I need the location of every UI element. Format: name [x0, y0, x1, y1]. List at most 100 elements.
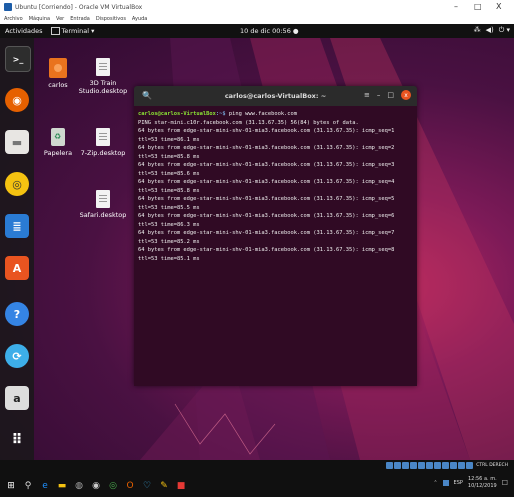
firefox-icon[interactable]: ◉ [5, 88, 29, 112]
virtualbox-tray-icon[interactable] [442, 480, 449, 486]
output-line: 64 bytes from edge-star-mini-shv-01-mia3… [138, 230, 395, 236]
files-icon[interactable]: ▬ [5, 130, 29, 154]
desktop-file-icon [96, 58, 110, 76]
output-line: 64 bytes from edge-star-mini-shv-01-mia3… [138, 162, 395, 168]
host-menubar: Archivo Máquina Ver Entrada Dispositivos… [0, 14, 514, 24]
search-icon[interactable]: ⚲ [23, 481, 33, 491]
output-line: ttl=53 time=85.1 ms [138, 255, 200, 262]
windows-start-icon[interactable]: ⊞ [6, 481, 16, 491]
rhythmbox-icon[interactable]: ◎ [5, 172, 29, 196]
terminal-minimize-button[interactable]: – [377, 91, 381, 99]
virtualbox-icon [4, 3, 12, 11]
desktop-icon-7zip[interactable]: 7-Zip.desktop [78, 128, 128, 157]
desktop-icon-safari[interactable]: Safari.desktop [78, 190, 128, 219]
output-line: ttl=53 time=85.2 ms [138, 238, 200, 245]
tray-chevron-icon[interactable]: ⌃ [433, 480, 437, 486]
output-line: 64 bytes from edge-star-mini-shv-01-mia3… [138, 179, 395, 185]
taskbar-pinned-apps: ⊞ ⚲ e ▬ ◍ ◉ ◎ O ♡ ✎ ■ [6, 481, 186, 491]
desktop-icon-papelera[interactable]: Papelera [33, 128, 83, 157]
app-icon[interactable]: ◉ [91, 481, 101, 491]
terminal-window[interactable]: 🔍 carlos@carlos-VirtualBox: ~ ≡ – □ x ca… [134, 86, 417, 386]
gnome-topbar: Actividades Terminal ▾ 10 de dic 00:56 ●… [0, 24, 514, 38]
command-text: ping www.facebook.com [225, 111, 298, 117]
virtualbox-status-strip: CTRL DERECH [386, 460, 508, 470]
audio-status-icon [402, 461, 410, 469]
terminal-close-button[interactable]: x [401, 90, 411, 100]
guest-desktop: Actividades Terminal ▾ 10 de dic 00:56 ●… [0, 24, 514, 460]
edge-icon[interactable]: e [40, 481, 50, 491]
home-folder-icon [49, 58, 67, 78]
app-icon[interactable]: ◍ [74, 481, 84, 491]
software-icon[interactable]: A [5, 256, 29, 280]
host-taskbar: CTRL DERECH ⊞ ⚲ e ▬ ◍ ◉ ◎ O ♡ ✎ ■ ⌃ ESP … [0, 460, 514, 497]
host-titlebar: Ubuntu [Corriendo] - Oracle VM VirtualBo… [0, 0, 514, 14]
host-system-tray: ⌃ ESP 12:56 a. m. 10/12/2019 ☐ [433, 476, 508, 490]
desktop-icon-3d-train[interactable]: 3D Train Studio.desktop [78, 58, 128, 95]
output-line: ttl=53 time=86.1 ms [138, 136, 200, 143]
desktop-icon-label: 7-Zip.desktop [80, 149, 126, 157]
host-clock[interactable]: 12:56 a. m. 10/12/2019 [468, 476, 497, 490]
help-icon[interactable]: ? [5, 302, 29, 326]
show-applications-icon[interactable]: ⠿ [5, 428, 29, 452]
menu-ayuda[interactable]: Ayuda [132, 16, 147, 22]
menu-maquina[interactable]: Máquina [29, 16, 50, 22]
host-close-button[interactable]: X [496, 2, 501, 11]
output-line: ttl=53 time=85.8 ms [138, 153, 200, 160]
terminal-headerbar[interactable]: 🔍 carlos@carlos-VirtualBox: ~ ≡ – □ x [134, 86, 417, 106]
output-line: ttl=53 time=85.8 ms [138, 187, 200, 194]
recording-status-icon [442, 461, 450, 469]
mouse-status-icon [458, 461, 466, 469]
output-line: 64 bytes from edge-star-mini-shv-01-mia3… [138, 213, 395, 219]
menu-entrada[interactable]: Entrada [70, 16, 90, 22]
output-line: PING star-mini.c10r.facebook.com (31.13.… [138, 119, 359, 126]
output-line: 64 bytes from edge-star-mini-shv-01-mia3… [138, 128, 395, 134]
terminal-small-icon [50, 27, 60, 35]
output-line: 64 bytes from edge-star-mini-shv-01-mia3… [138, 247, 395, 253]
clock[interactable]: 10 de dic 00:56 ● [240, 27, 299, 35]
desktop-icon-carlos[interactable]: carlos [33, 58, 83, 89]
menu-ver[interactable]: Ver [56, 16, 64, 22]
prompt-user: carlos@carlos-VirtualBox [138, 111, 216, 117]
app-icon[interactable]: ♡ [142, 481, 152, 491]
shared-folder-status-icon [426, 461, 434, 469]
amazon-icon[interactable]: a [5, 386, 29, 410]
output-line: 64 bytes from edge-star-mini-shv-01-mia3… [138, 196, 395, 202]
output-line: 64 bytes from edge-star-mini-shv-01-mia3… [138, 145, 395, 151]
trash-icon [51, 128, 65, 146]
usb-status-icon [418, 461, 426, 469]
language-indicator[interactable]: ESP [454, 480, 463, 486]
host-maximize-button[interactable]: □ [474, 2, 482, 11]
notifications-icon[interactable]: ☐ [502, 479, 508, 487]
output-line: ttl=53 time=85.5 ms [138, 204, 200, 211]
hdd-status-icon [386, 461, 394, 469]
host-minimize-button[interactable]: – [454, 2, 458, 11]
app-menu-label: Terminal ▾ [61, 27, 95, 35]
volume-icon: ◀) [485, 26, 494, 34]
opera-icon[interactable]: O [125, 481, 135, 491]
terminal-dock-icon[interactable]: >_ [5, 46, 31, 72]
host-time: 12:56 a. m. [467, 476, 497, 482]
desktop-file-icon [96, 128, 110, 146]
app-icon[interactable]: ✎ [159, 481, 169, 491]
system-tray[interactable]: ⁂ ◀) ⏻ ▾ [474, 26, 510, 35]
terminal-output[interactable]: carlos@carlos-VirtualBox:~$ ping www.fac… [134, 106, 417, 263]
desktop-icon-label: Papelera [43, 149, 73, 157]
output-line: ttl=53 time=86.3 ms [138, 221, 200, 228]
optical-status-icon [394, 461, 402, 469]
file-explorer-icon[interactable]: ▬ [57, 481, 67, 491]
activities-button[interactable]: Actividades [5, 27, 43, 35]
chrome-icon[interactable]: ◎ [108, 481, 118, 491]
app-menu[interactable]: Terminal ▾ [50, 27, 95, 35]
writer-icon[interactable]: ≣ [5, 214, 29, 238]
menu-archivo[interactable]: Archivo [4, 16, 23, 22]
terminal-maximize-button[interactable]: □ [387, 91, 394, 99]
display-status-icon [434, 461, 442, 469]
updater-icon[interactable]: ⟳ [5, 344, 29, 368]
terminal-menu-icon[interactable]: ≡ [364, 91, 370, 99]
menu-dispositivos[interactable]: Dispositivos [96, 16, 126, 22]
terminal-controls: ≡ – □ x [364, 90, 411, 100]
host-date: 10/12/2019 [467, 483, 497, 489]
prompt-path: :~$ [215, 111, 226, 117]
app-icon[interactable]: ■ [176, 481, 186, 491]
cpu-status-icon [450, 461, 458, 469]
